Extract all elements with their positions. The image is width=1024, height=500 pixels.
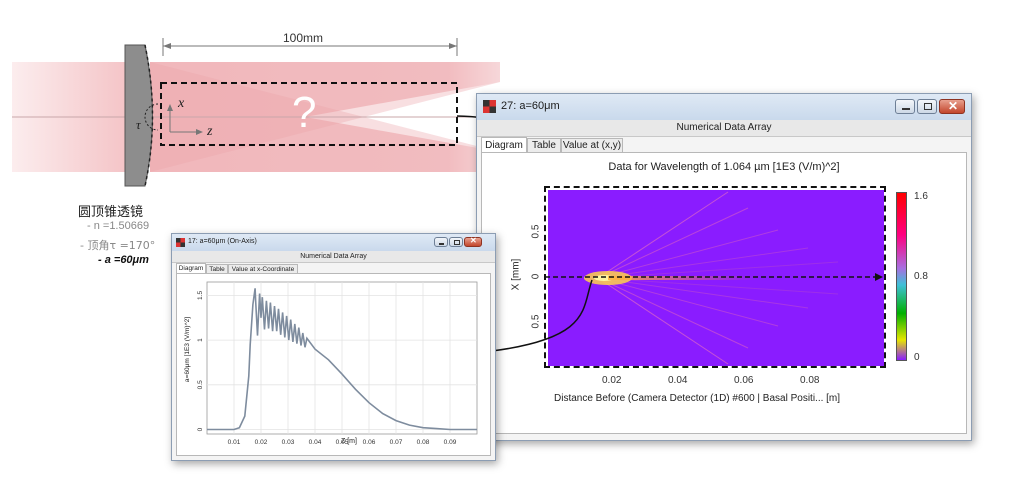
- x-tick-label: 0.04: [309, 439, 322, 446]
- y-tick-label: 1: [197, 338, 204, 342]
- small-maximize-button[interactable]: [449, 237, 463, 247]
- main-y-tick-top: 0.5: [530, 224, 542, 239]
- small-window-title: 17: a=60μm (On-Axis): [188, 238, 257, 245]
- x-tick-label: 0.08: [417, 439, 430, 446]
- axis-z-label: z: [207, 124, 213, 139]
- lens-param-a: - a =60μm: [98, 254, 149, 266]
- main-xlabel: Distance Before (Camera Detector (1D) #6…: [554, 393, 841, 404]
- dimension-arrow-left: [163, 43, 171, 49]
- main-tab-table[interactable]: Table: [527, 138, 561, 153]
- main-ylabel: X [mm]: [510, 258, 522, 291]
- lens-param-n: - n =1.50669: [87, 220, 150, 232]
- main-window: 27: a=60μm ✕ Numerical Data Array Diagra…: [476, 93, 972, 441]
- lens-title: 圆顶锥透镜: [78, 205, 144, 220]
- main-x-tick-4: 0.08: [800, 375, 820, 386]
- x-tick-label: 0.06: [363, 439, 376, 446]
- main-x-tick-2: 0.04: [668, 375, 688, 386]
- main-window-titlebar[interactable]: 27: a=60μm ✕: [477, 94, 971, 120]
- arrow-to-small-window-svg: [491, 279, 593, 352]
- main-plot-title: Data for Wavelength of 1.064 µm [1E3 (V/…: [608, 161, 840, 173]
- x-tick-label: 0.03: [282, 439, 295, 446]
- main-tab-diagram[interactable]: Diagram: [481, 137, 527, 153]
- small-ylabel: a=60μm [1E3 (V/m)^2]: [184, 316, 192, 383]
- main-x-tick-3: 0.06: [734, 375, 754, 386]
- axis-x-label: x: [178, 96, 185, 111]
- main-diagram-panel: Data for Wavelength of 1.064 µm [1E3 (V/…: [481, 152, 967, 434]
- x-tick-label: 0.02: [255, 439, 268, 446]
- small-close-button[interactable]: ✕: [464, 236, 482, 247]
- small-close-icon: ✕: [470, 236, 477, 245]
- x-tick-label: 0.01: [228, 439, 241, 446]
- small-xlabel: Z [m]: [341, 438, 357, 445]
- angle-label: τ: [136, 117, 141, 132]
- colorbar-tick-mid: 0.8: [914, 271, 928, 282]
- main-x-tick-1: 0.02: [602, 375, 622, 386]
- dimension-label: 100mm: [283, 31, 324, 45]
- lens-param-tau: - 顶角τ =170°: [80, 239, 156, 252]
- y-tick-label: 0.5: [197, 380, 204, 389]
- close-icon: ✕: [948, 99, 959, 113]
- small-window: 17: a=60μm (On-Axis) ✕ Numerical Data Ar…: [171, 233, 496, 461]
- question-mark: ?: [292, 88, 317, 137]
- dimension-arrow-right: [449, 43, 457, 49]
- colorbar: [896, 192, 907, 361]
- main-y-tick-bot: 0.5: [530, 314, 542, 329]
- y-tick-label: 1.5: [197, 291, 204, 300]
- app-icon: [483, 100, 496, 113]
- close-button[interactable]: ✕: [939, 99, 965, 114]
- maximize-button[interactable]: [917, 99, 937, 114]
- main-y-tick-mid: 0: [530, 273, 542, 280]
- small-window-header: Numerical Data Array: [172, 251, 495, 263]
- main-window-header: Numerical Data Array: [477, 120, 971, 137]
- colorbar-tick-max: 1.6: [914, 191, 928, 202]
- small-diagram-panel: 0.01 0.02 0.03 0.04 0.05 0.06 0.07 0.08 0.09 1.5 1…: [176, 273, 491, 456]
- minimize-button[interactable]: [895, 99, 915, 114]
- x-tick-label: 0.09: [444, 439, 457, 446]
- small-window-titlebar[interactable]: 17: a=60μm (On-Axis) ✕: [172, 234, 495, 251]
- small-app-icon: [176, 238, 185, 247]
- x-tick-label: 0.07: [390, 439, 403, 446]
- main-window-title: 27: a=60μm: [501, 100, 560, 112]
- colorbar-tick-min: 0: [914, 352, 920, 363]
- y-tick-label: 0: [197, 427, 204, 431]
- main-tab-value[interactable]: Value at (x,y): [561, 138, 623, 153]
- on-axis-line-chart: 0.01 0.02 0.03 0.04 0.05 0.06 0.07 0.08 0.091.51…: [197, 281, 478, 446]
- small-minimize-button[interactable]: [434, 237, 448, 247]
